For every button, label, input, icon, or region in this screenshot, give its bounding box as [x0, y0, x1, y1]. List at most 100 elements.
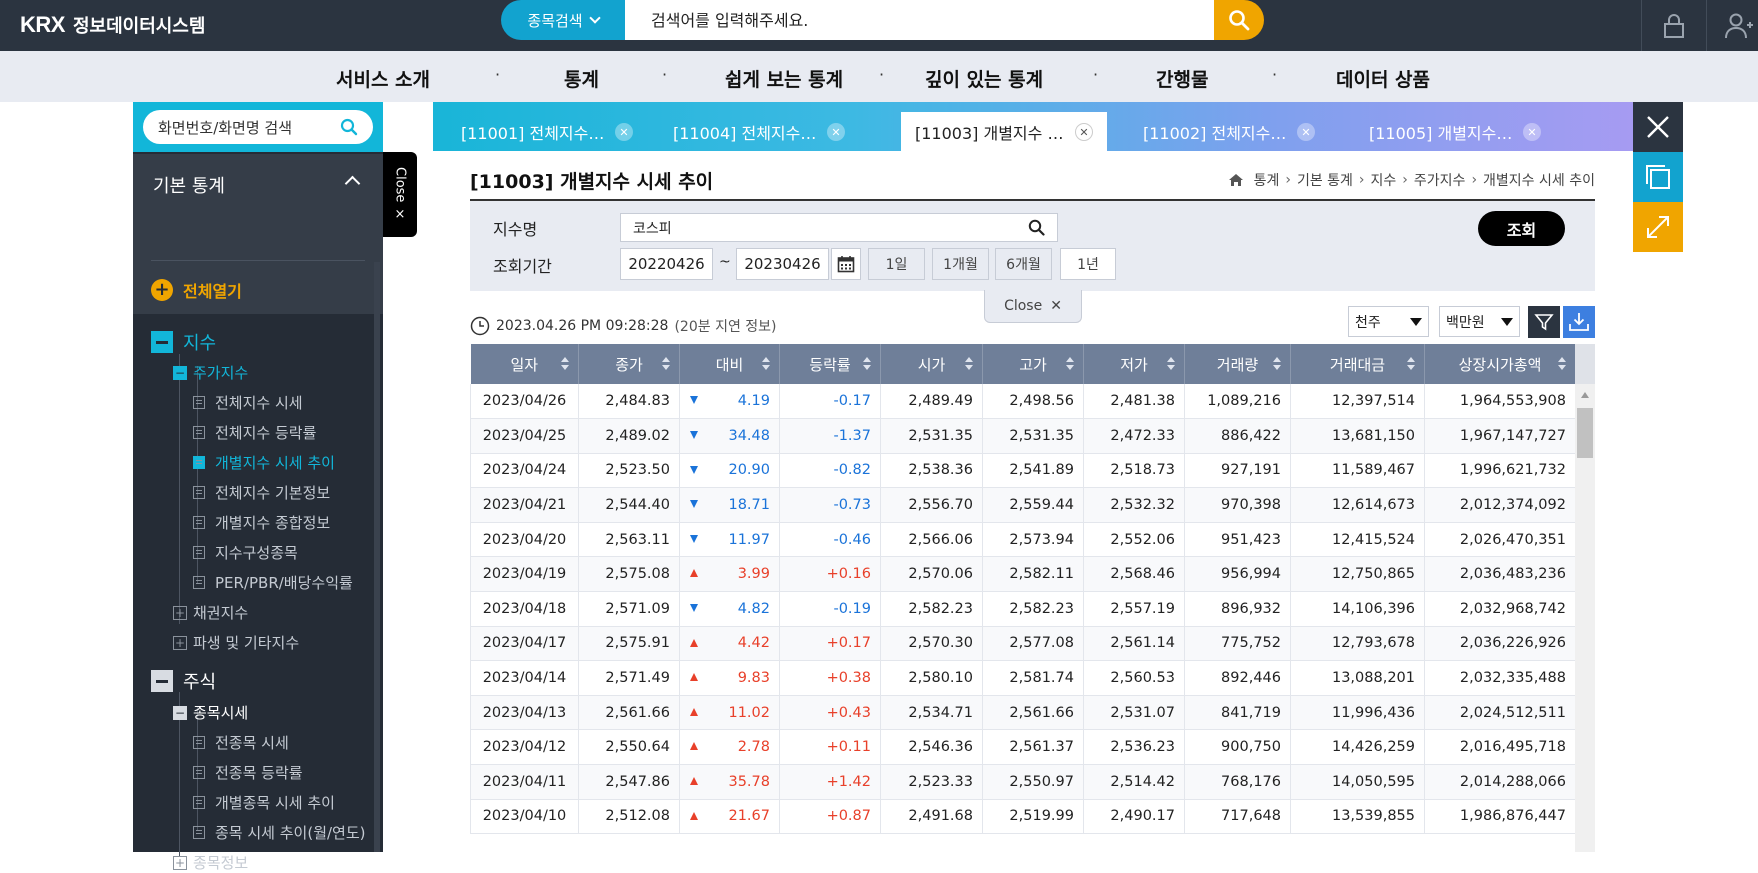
expand-button[interactable]	[1633, 202, 1683, 252]
tree-leaf-item[interactable]: 전종목 시세	[193, 732, 289, 753]
sort-icon[interactable]	[1167, 357, 1175, 371]
tree-leaf-item[interactable]: 종목 시세 추이(월/연도)	[193, 822, 366, 843]
period-1-month-button[interactable]: 1개월	[932, 248, 989, 280]
column-header-close[interactable]: 종가	[578, 344, 680, 384]
table-scrollbar[interactable]	[1575, 344, 1595, 852]
column-header-low[interactable]: 저가	[1083, 344, 1185, 384]
filter-close-button[interactable]: Close ✕	[984, 290, 1082, 323]
column-header-volume[interactable]: 거래량	[1184, 344, 1291, 384]
tab-11004[interactable]: [11004] 전체지수 기본정보 ✕	[659, 112, 859, 151]
column-header-high[interactable]: 고가	[982, 344, 1084, 384]
close-icon[interactable]: ✕	[615, 123, 633, 141]
period-1-day-button[interactable]: 1일	[868, 248, 925, 280]
tree-stock-index[interactable]: − 주가지수	[173, 362, 248, 383]
nav-easy-statistics[interactable]: 쉽게 보는 통계	[725, 65, 843, 92]
search-icon[interactable]	[1028, 219, 1045, 236]
close-icon[interactable]: ✕	[1523, 123, 1541, 141]
tree-bond-index[interactable]: + 채권지수	[173, 602, 248, 623]
breadcrumb-item[interactable]: 주가지수	[1414, 170, 1466, 190]
open-all-button[interactable]: + 전체열기	[151, 278, 242, 302]
sidebar-search-input[interactable]: 화면번호/화면명 검색	[143, 110, 373, 144]
nav-service-intro[interactable]: 서비스 소개	[336, 65, 430, 92]
table-row[interactable]: 2023/04/10 2,512.08 21.67 +0.87 2,491.68 2,51…	[470, 799, 1576, 835]
table-row[interactable]: 2023/04/26 2,484.83 4.19 -0.17 2,489.49 2,498…	[470, 384, 1576, 420]
column-header-rate[interactable]: 등락률	[779, 344, 881, 384]
lock-button[interactable]	[1641, 0, 1706, 51]
column-header-amount[interactable]: 거래대금	[1290, 344, 1425, 384]
start-date-input[interactable]: 20220426	[620, 248, 713, 280]
column-header-change[interactable]: 대비	[679, 344, 780, 384]
tab-11001[interactable]: [11001] 전체지수 시세 ✕	[447, 112, 647, 151]
close-all-tabs-button[interactable]	[1633, 102, 1683, 152]
tree-stock-quotes[interactable]: − 종목시세	[173, 702, 248, 723]
nav-statistics[interactable]: 통계	[564, 65, 599, 92]
sort-icon[interactable]	[1273, 357, 1281, 371]
tree-leaf-item[interactable]: 전체지수 시세	[193, 392, 303, 413]
tree-leaf-item[interactable]: PER/PBR/배당수익률	[193, 572, 353, 593]
sidebar-scrollbar[interactable]	[374, 262, 380, 852]
breadcrumb-item[interactable]: 지수	[1371, 170, 1397, 190]
breadcrumb-item[interactable]: 기본 통계	[1297, 170, 1353, 190]
table-row[interactable]: 2023/04/21 2,544.40 18.71 -0.73 2,556.70 2,55…	[470, 487, 1576, 523]
tree-leaf-item[interactable]: 개별지수 종합정보	[193, 512, 330, 533]
breadcrumb-item[interactable]: 통계	[1254, 170, 1280, 190]
sort-icon[interactable]	[1066, 357, 1074, 371]
close-icon[interactable]: ✕	[1297, 123, 1315, 141]
tab-11002[interactable]: [11002] 전체지수 등락률 ✕	[1129, 112, 1329, 151]
krx-logo[interactable]: KRX 정보데이터시스템	[20, 8, 205, 42]
tree-derivatives-index[interactable]: + 파생 및 기타지수	[173, 632, 299, 653]
query-button[interactable]: 조회	[1478, 211, 1565, 246]
new-window-button[interactable]	[1633, 152, 1683, 202]
tree-leaf-item[interactable]: 전체지수 등락률	[193, 422, 316, 443]
tree-index[interactable]: 지수	[151, 329, 216, 355]
sort-icon[interactable]	[863, 357, 871, 371]
tree-leaf-item[interactable]: 전체지수 기본정보	[193, 482, 330, 503]
tab-11005[interactable]: [11005] 개별지수 종합정보 ✕	[1355, 112, 1555, 151]
column-header-market-cap[interactable]: 상장시가총액	[1424, 344, 1576, 384]
tree-leaf-item[interactable]: 지수구성종목	[193, 542, 298, 563]
chevron-up-icon[interactable]	[344, 175, 361, 192]
sort-icon[interactable]	[1558, 357, 1566, 371]
table-row[interactable]: 2023/04/18 2,571.09 4.82 -0.19 2,582.23 2,582…	[470, 591, 1576, 627]
tree-stock[interactable]: 주식	[151, 668, 216, 694]
table-row[interactable]: 2023/04/25 2,489.02 34.48 -1.37 2,531.35 2,53…	[470, 418, 1576, 454]
table-row[interactable]: 2023/04/14 2,571.49 9.83 +0.38 2,580.10 2,581…	[470, 660, 1576, 696]
scrollbar-thumb[interactable]	[1577, 408, 1593, 458]
scroll-up-icon[interactable]	[1581, 392, 1589, 398]
amount-unit-select[interactable]: 백만원	[1439, 306, 1520, 337]
global-search-input[interactable]	[625, 0, 1215, 40]
download-button[interactable]	[1563, 306, 1595, 338]
table-row[interactable]: 2023/04/20 2,563.11 11.97 -0.46 2,566.06 2,57…	[470, 522, 1576, 558]
table-row[interactable]: 2023/04/17 2,575.91 4.42 +0.17 2,570.30 2,577…	[470, 626, 1576, 662]
period-1-year-button[interactable]: 1년	[1060, 248, 1116, 280]
table-row[interactable]: 2023/04/11 2,547.86 35.78 +1.42 2,523.33 2,55…	[470, 764, 1576, 800]
nav-data-products[interactable]: 데이터 상품	[1336, 65, 1430, 92]
search-button[interactable]	[1214, 0, 1264, 40]
filter-button[interactable]	[1528, 306, 1560, 338]
nav-publications[interactable]: 간행물	[1156, 65, 1208, 92]
sidebar-close-tab[interactable]: Close ×	[383, 152, 417, 237]
close-icon[interactable]: ✕	[1075, 123, 1093, 141]
sort-icon[interactable]	[662, 357, 670, 371]
table-row[interactable]: 2023/04/12 2,550.64 2.78 +0.11 2,546.36 2,561…	[470, 729, 1576, 766]
tree-leaf-item[interactable]: 전종목 등락률	[193, 762, 303, 783]
calendar-button[interactable]	[831, 248, 861, 280]
sort-icon[interactable]	[965, 357, 973, 371]
table-row[interactable]: 2023/04/24 2,523.50 20.90 -0.82 2,538.36 2,54…	[470, 453, 1576, 489]
tree-leaf-item-active[interactable]: 개별지수 시세 추이	[193, 452, 335, 473]
table-row[interactable]: 2023/04/13 2,561.66 11.02 +0.43 2,534.71 2,56…	[470, 695, 1576, 731]
add-user-button[interactable]	[1706, 0, 1758, 51]
home-icon[interactable]	[1228, 173, 1244, 187]
sidebar-category-title[interactable]: 기본 통계	[153, 172, 225, 198]
tab-11003-active[interactable]: [11003] 개별지수 시세 추이 ✕	[901, 112, 1107, 151]
index-name-input[interactable]: 코스피	[620, 213, 1058, 242]
tree-stock-info[interactable]: + 종목정보	[173, 852, 248, 873]
table-row[interactable]: 2023/04/19 2,575.08 3.99 +0.16 2,570.06 2,582…	[470, 556, 1576, 593]
column-header-open[interactable]: 시가	[880, 344, 983, 384]
sort-icon[interactable]	[561, 357, 569, 371]
tree-leaf-item[interactable]: 개별종목 시세 추이	[193, 792, 335, 813]
volume-unit-select[interactable]: 천주	[1348, 306, 1429, 337]
sort-icon[interactable]	[762, 357, 770, 371]
nav-deep-statistics[interactable]: 깊이 있는 통계	[925, 65, 1043, 92]
search-type-dropdown[interactable]: 종목검색	[501, 0, 625, 40]
